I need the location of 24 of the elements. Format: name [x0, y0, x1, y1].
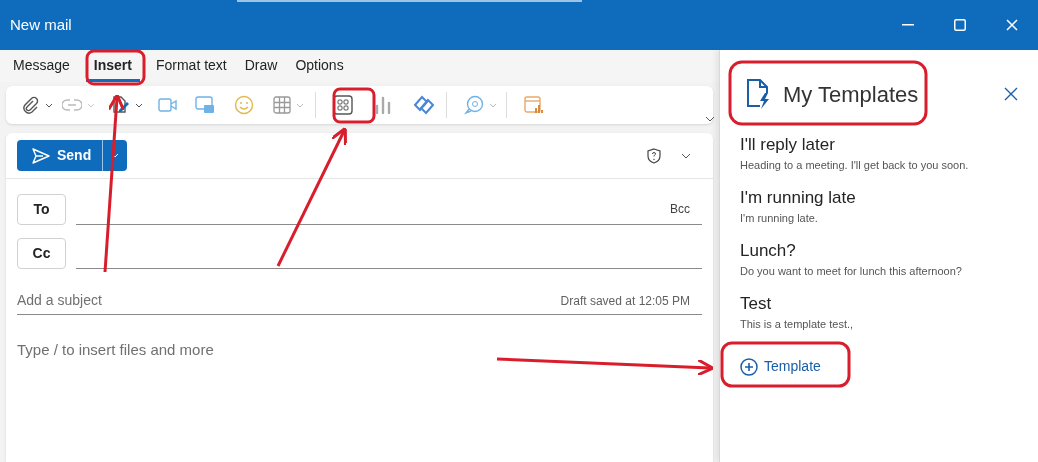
template-text: Do you want to meet for lunch this afternoon?	[740, 264, 962, 279]
template-text: This is a template test.,	[740, 317, 854, 332]
template-text: Heading to a meeting. I'll get back to you soon.	[740, 158, 969, 173]
add-template-button[interactable]: Template	[740, 356, 821, 377]
template-title[interactable]: Test	[740, 292, 772, 316]
send-label: Send	[57, 146, 92, 165]
ribbon-tab[interactable]: Format text	[147, 52, 235, 82]
draft-status: Draft saved at 12:05 PM	[560, 292, 691, 310]
bcc-link[interactable]: Bcc	[670, 200, 690, 218]
ribbon-tab[interactable]: Draw	[236, 52, 286, 82]
window-title: New mail	[10, 14, 72, 35]
to-button[interactable]: To	[17, 194, 66, 225]
ribbon-tab[interactable]: Message	[5, 52, 78, 82]
template-title[interactable]: I'm running late	[740, 186, 856, 210]
template-title[interactable]: Lunch?	[740, 239, 796, 263]
cc-button[interactable]: Cc	[17, 238, 66, 269]
panel-title: My Templates	[783, 80, 919, 109]
message-body-field[interactable]: Type / to insert files and more	[17, 339, 702, 362]
template-title[interactable]: I'll reply later	[740, 133, 835, 157]
subject-field[interactable]: Add a subject	[17, 290, 561, 311]
send-button[interactable]: Send	[17, 140, 128, 171]
ribbon-tab[interactable]: Options	[287, 52, 352, 82]
ribbon-tab[interactable]: Insert	[85, 52, 140, 82]
template-text: I'm running late.	[740, 211, 818, 226]
